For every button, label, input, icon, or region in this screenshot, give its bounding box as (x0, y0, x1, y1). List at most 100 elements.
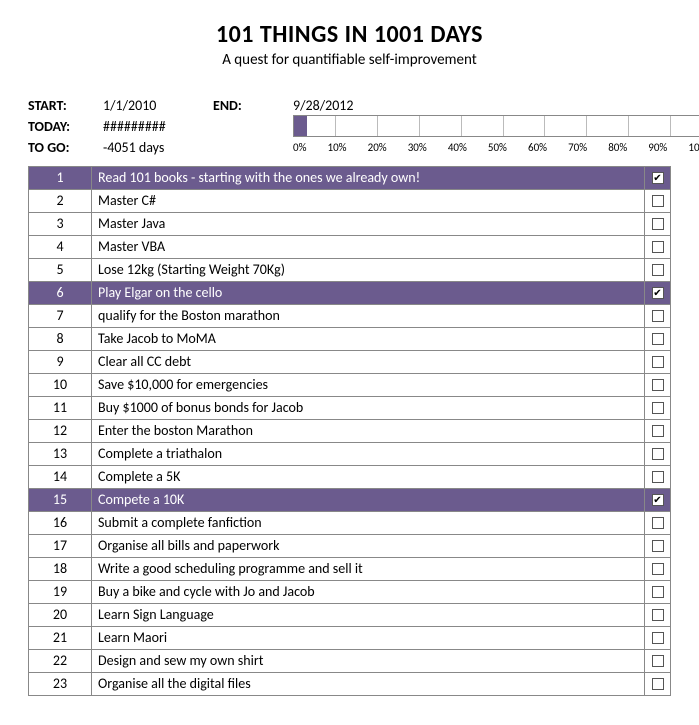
task-number: 21 (28, 627, 92, 649)
task-row: 13Complete a triathalon (28, 443, 671, 466)
task-row: 6Play Elgar on the cello ✔ (28, 282, 671, 305)
task-checkbox[interactable] (652, 471, 664, 483)
progress-tick: 70% (568, 141, 587, 154)
progress-tick: 0% (293, 141, 306, 154)
task-checkbox[interactable] (652, 402, 664, 414)
task-text: Play Elgar on the cello (92, 282, 645, 304)
task-text: Compete a 10K (92, 489, 645, 511)
task-checkbox-cell (645, 627, 671, 649)
task-text: Learn Sign Language (92, 604, 645, 626)
task-checkbox-cell (645, 213, 671, 235)
task-text: Organise all bills and paperwork (92, 535, 645, 557)
task-number: 16 (28, 512, 92, 534)
task-checkbox[interactable]: ✔ (652, 172, 664, 184)
task-checkbox[interactable] (652, 333, 664, 345)
task-checkbox-cell (645, 673, 671, 695)
task-checkbox[interactable] (652, 241, 664, 253)
task-row: 10Save $10,000 for emergencies (28, 374, 671, 397)
task-text: Complete a 5K (92, 466, 645, 488)
task-text: Buy a bike and cycle with Jo and Jacob (92, 581, 645, 603)
task-number: 2 (28, 190, 92, 212)
progress-ticks: 0%10%20%30%40%50%60%70%80%90%100% (293, 141, 699, 154)
page-subtitle: A quest for quantifiable self-improvemen… (28, 51, 671, 69)
task-text: Enter the boston Marathon (92, 420, 645, 442)
task-checkbox[interactable] (652, 632, 664, 644)
task-checkbox[interactable] (652, 195, 664, 207)
task-number: 11 (28, 397, 92, 419)
task-checkbox-cell: ✔ (645, 167, 671, 189)
task-number: 4 (28, 236, 92, 258)
task-number: 1 (28, 167, 92, 189)
task-number: 20 (28, 604, 92, 626)
task-number: 19 (28, 581, 92, 603)
task-row: 11Buy $1000 of bonus bonds for Jacob (28, 397, 671, 420)
task-checkbox[interactable] (652, 540, 664, 552)
task-row: 4Master VBA (28, 236, 671, 259)
task-number: 9 (28, 351, 92, 373)
task-checkbox[interactable] (652, 448, 664, 460)
task-text: Clear all CC debt (92, 351, 645, 373)
start-label: START: (28, 97, 103, 114)
task-checkbox[interactable] (652, 655, 664, 667)
task-checkbox[interactable] (652, 425, 664, 437)
task-row: 1Read 101 books - starting with the ones… (28, 167, 671, 190)
task-checkbox[interactable] (652, 264, 664, 276)
task-text: Master Java (92, 213, 645, 235)
progress-tick: 100% (688, 141, 699, 154)
page-title: 101 THINGS IN 1001 DAYS (28, 20, 671, 49)
task-checkbox-cell: ✔ (645, 489, 671, 511)
task-checkbox[interactable] (652, 356, 664, 368)
task-checkbox-cell (645, 190, 671, 212)
task-checkbox[interactable] (652, 379, 664, 391)
task-checkbox[interactable] (652, 678, 664, 690)
task-checkbox[interactable] (652, 310, 664, 322)
meta-grid: START: 1/1/2010 END: 0%10%20%30%40%50%60… (28, 97, 671, 156)
task-number: 23 (28, 673, 92, 695)
task-number: 22 (28, 650, 92, 672)
today-value: ######### (103, 118, 213, 135)
task-number: 8 (28, 328, 92, 350)
task-row: 12Enter the boston Marathon (28, 420, 671, 443)
task-number: 7 (28, 305, 92, 327)
progress-tick: 90% (648, 141, 667, 154)
task-checkbox-cell (645, 397, 671, 419)
task-text: Learn Maori (92, 627, 645, 649)
task-checkbox-cell (645, 650, 671, 672)
task-checkbox[interactable] (652, 609, 664, 621)
task-checkbox[interactable] (652, 563, 664, 575)
progress-tick: 50% (488, 141, 507, 154)
progress-tick: 40% (448, 141, 467, 154)
task-row: 15Compete a 10K✔ (28, 489, 671, 512)
task-text: Design and sew my own shirt (92, 650, 645, 672)
task-row: 21Learn Maori (28, 627, 671, 650)
progress-tick: 10% (328, 141, 347, 154)
togo-value: -4051 days (103, 139, 213, 156)
task-checkbox-cell (645, 236, 671, 258)
task-checkbox[interactable] (652, 517, 664, 529)
task-number: 6 (28, 282, 92, 304)
task-text: Read 101 books - starting with the ones … (92, 167, 645, 189)
task-text: Master C# (92, 190, 645, 212)
task-text: qualify for the Boston marathon (92, 305, 645, 327)
task-checkbox-cell (645, 305, 671, 327)
task-text: Submit a complete fanfiction (92, 512, 645, 534)
task-checkbox[interactable]: ✔ (652, 494, 664, 506)
task-number: 17 (28, 535, 92, 557)
task-row: 8Take Jacob to MoMA (28, 328, 671, 351)
task-row: 22Design and sew my own shirt (28, 650, 671, 673)
task-row: 5Lose 12kg (Starting Weight 70Kg) (28, 259, 671, 282)
progress-tick: 60% (528, 141, 547, 154)
progress-fill (294, 116, 307, 136)
task-checkbox-cell (645, 443, 671, 465)
task-checkbox[interactable] (652, 218, 664, 230)
progress-tick: 30% (408, 141, 427, 154)
task-checkbox[interactable]: ✔ (652, 287, 664, 299)
task-number: 14 (28, 466, 92, 488)
progress-bar (293, 115, 699, 137)
task-checkbox[interactable] (652, 586, 664, 598)
task-checkbox-cell (645, 259, 671, 281)
task-text: Complete a triathalon (92, 443, 645, 465)
togo-label: TO GO: (28, 139, 103, 156)
task-number: 10 (28, 374, 92, 396)
today-label: TODAY: (28, 118, 103, 135)
